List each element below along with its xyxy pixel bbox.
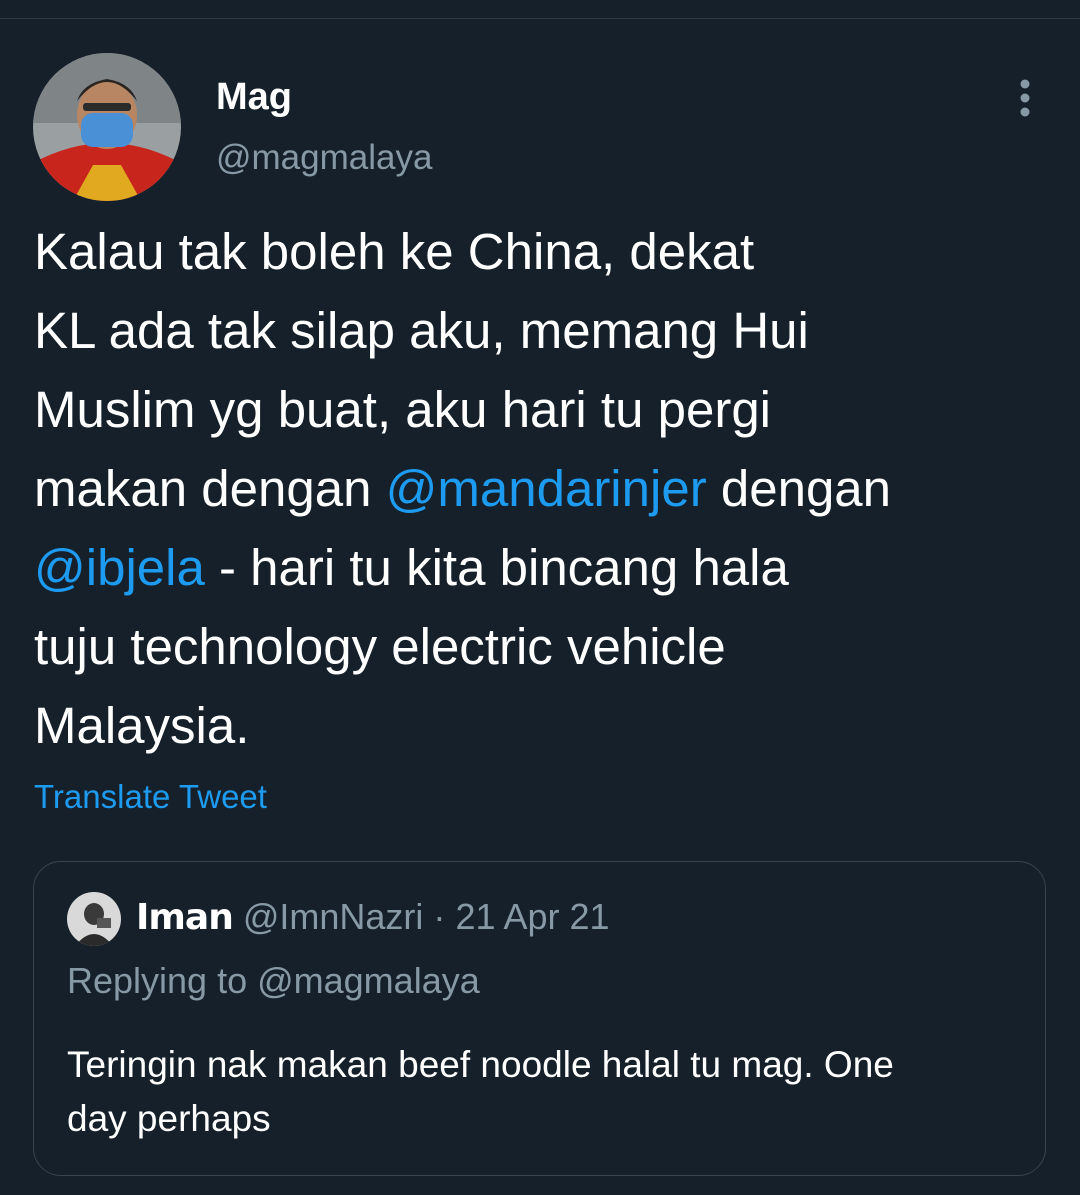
tweet-text-line: Malaysia. [34,697,250,754]
tweet-text-line: makan dengan [34,460,386,517]
replying-to-label: Replying to @magmalaya [67,960,480,1001]
quoted-author-handle[interactable]: @ImnNazri [243,896,424,937]
tweet-text: Kalau tak boleh ke China, dekat KL ada ta… [34,212,1044,765]
author-handle[interactable]: @magmalaya [216,138,432,178]
quoted-text-line: day perhaps [67,1098,271,1139]
mention-link-ibjela[interactable]: @ibjela [34,539,205,596]
mention-link-mandarinjer[interactable]: @mandarinjer [386,460,707,517]
user-avatar-photo-icon [33,53,181,201]
translate-tweet-link[interactable]: Translate Tweet [34,778,267,816]
author-avatar[interactable] [33,53,181,201]
tweet-text-line: Kalau tak boleh ke China, dekat [34,223,755,280]
tweet-text-line: Muslim yg buat, aku hari tu pergi [34,381,772,438]
tweet-text-line: dengan [706,460,892,517]
more-vertical-icon [1020,79,1030,117]
quoted-author-avatar[interactable] [67,892,121,946]
more-options-button[interactable] [1004,76,1046,120]
tweet-text-line: - hari tu kita bincang hala [204,539,789,596]
user-avatar-photo-icon [67,892,121,946]
quoted-author-name[interactable]: Iman [136,897,234,938]
quoted-tweet-card[interactable]: Iman @ImnNazri · 21 Apr 21 Replying to @… [33,861,1046,1176]
divider [0,18,1080,19]
quoted-tweet-text: Teringin nak makan beef noodle halal tu … [67,1038,1017,1146]
tweet-detail: Mag @magmalaya Kalau tak boleh ke China,… [0,0,1080,1195]
author-display-name[interactable]: Mag [216,76,292,119]
tweet-text-line: tuju technology electric vehicle [34,618,726,675]
tweet-text-line: KL ada tak silap aku, memang Hui [34,302,809,359]
quoted-text-line: Teringin nak makan beef noodle halal tu … [67,1044,894,1085]
quoted-tweet-date[interactable]: 21 Apr 21 [455,896,609,937]
separator-dot: · [433,896,446,937]
quoted-tweet-header: Iman @ImnNazri · 21 Apr 21 [136,896,610,938]
